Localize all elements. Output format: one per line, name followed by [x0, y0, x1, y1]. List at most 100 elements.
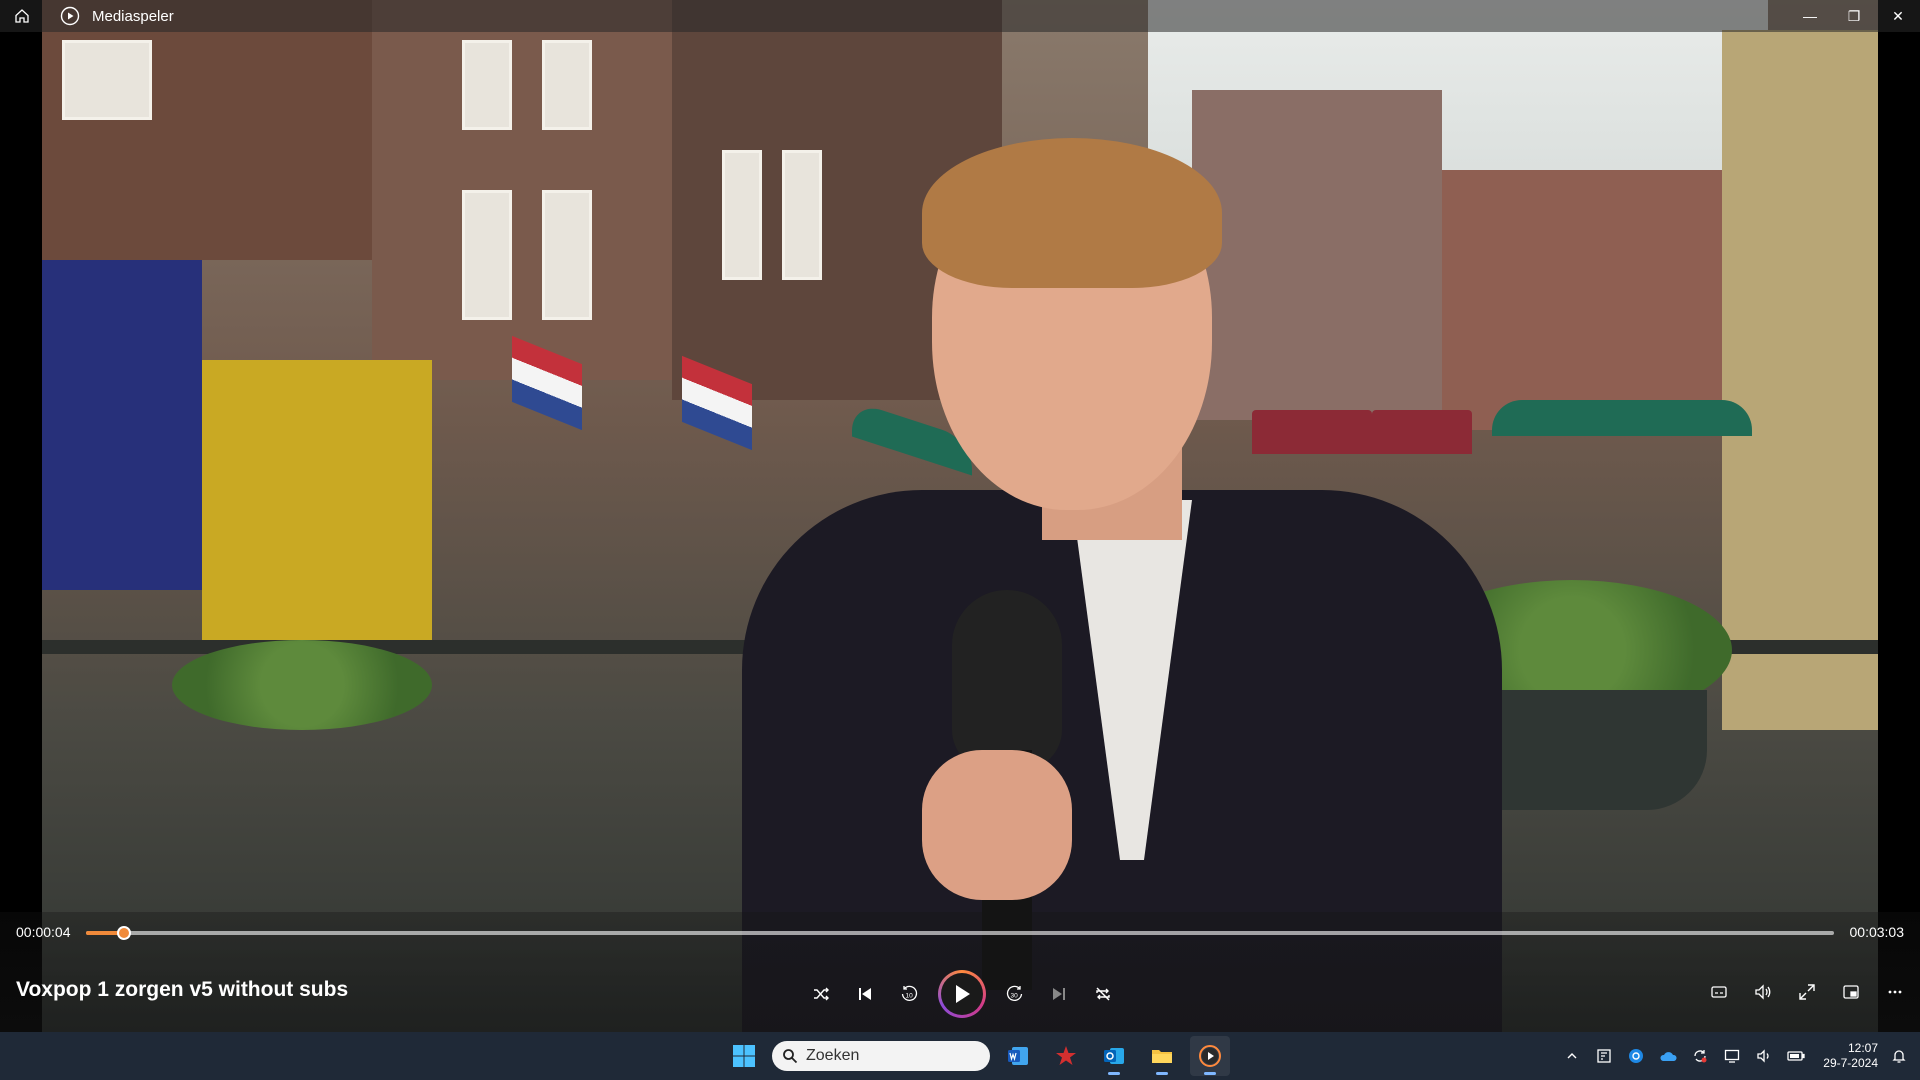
play-button[interactable] [938, 970, 986, 1018]
taskbar-word[interactable] [998, 1036, 1038, 1076]
fullscreen-button[interactable] [1792, 977, 1822, 1007]
battery-button[interactable] [1785, 1045, 1807, 1067]
subtitles-button[interactable] [1704, 977, 1734, 1007]
next-icon [1053, 988, 1065, 1000]
forward-30-icon: 30 [1006, 985, 1023, 1002]
taskbar-red-app[interactable] [1046, 1036, 1086, 1076]
clock-date: 29-7-2024 [1823, 1056, 1878, 1070]
media-player-window: Mediaspeler — ❐ ✕ 00:00:04 00:03:03 Voxp… [0, 0, 1920, 1032]
taskbar: Zoeken 12:07 29-7-2024 [0, 1032, 1920, 1080]
speaker-button[interactable] [1753, 1045, 1775, 1067]
close-button[interactable]: ✕ [1876, 0, 1920, 32]
video-scene-flowers [172, 640, 432, 730]
rewind-10-icon: 10 [901, 985, 918, 1002]
minimize-icon: — [1803, 8, 1817, 24]
speaker-icon [1757, 1049, 1769, 1063]
video-scene-window [462, 40, 512, 130]
miniplayer-button[interactable] [1836, 977, 1866, 1007]
battery-icon [1787, 1051, 1805, 1061]
app-red-icon [1056, 1046, 1076, 1065]
system-tray: 12:07 29-7-2024 [1561, 1032, 1920, 1080]
rewind-10-button[interactable]: 10 [894, 979, 924, 1009]
shuffle-button[interactable] [806, 979, 836, 1009]
previous-button[interactable] [850, 979, 880, 1009]
home-button[interactable] [0, 0, 44, 32]
video-scene-yellow-shop [202, 360, 432, 640]
volume-button[interactable] [1748, 977, 1778, 1007]
total-duration: 00:03:03 [1849, 924, 1905, 940]
media-title: Voxpop 1 zorgen v5 without subs [16, 978, 349, 1001]
shuffle-icon [814, 987, 829, 1001]
taskbar-media-player[interactable] [1190, 1036, 1230, 1076]
onedrive-button[interactable] [1657, 1045, 1679, 1067]
miniplayer-icon [1843, 985, 1859, 999]
video-scene-building [42, 0, 372, 260]
previous-icon [859, 988, 871, 1000]
windows-start-icon [733, 1045, 755, 1067]
video-scene-umbrella [1492, 400, 1752, 436]
play-icon [956, 985, 970, 1003]
minimize-button[interactable]: — [1788, 0, 1832, 32]
volume-icon [1755, 984, 1771, 1000]
video-frame[interactable] [42, 0, 1878, 1032]
svg-text:30: 30 [1011, 993, 1019, 1000]
taskbar-apps: Zoeken [724, 1036, 1230, 1076]
restore-button[interactable]: ❐ [1832, 0, 1876, 32]
file-explorer-icon [1152, 1050, 1172, 1063]
notification-button[interactable] [1888, 1045, 1910, 1067]
video-scene-window [62, 40, 152, 120]
outlook-icon [1104, 1048, 1124, 1064]
media-player-app-icon [60, 6, 80, 26]
seek-bar-thumb[interactable] [117, 926, 132, 940]
tray-app-blue-icon [1629, 1049, 1644, 1063]
word-icon [1008, 1047, 1028, 1065]
search-icon [783, 1049, 798, 1064]
presenter-hair [922, 138, 1222, 288]
sync-icon [1694, 1050, 1707, 1063]
restore-icon: ❐ [1847, 7, 1861, 24]
secondary-controls [1704, 977, 1910, 1007]
display-button[interactable] [1721, 1045, 1743, 1067]
forward-30-button[interactable]: 30 [1000, 979, 1030, 1009]
show-hidden-icons-button[interactable] [1561, 1045, 1583, 1067]
video-scene-window [462, 190, 512, 320]
display-icon [1725, 1049, 1740, 1063]
video-scene-window [542, 190, 592, 320]
taskbar-search[interactable]: Zoeken [772, 1041, 990, 1071]
onedrive-icon [1660, 1052, 1677, 1061]
repeat-button[interactable] [1088, 979, 1118, 1009]
title-bar: Mediaspeler — ❐ ✕ [0, 0, 1920, 32]
video-scene-building [1722, 30, 1878, 730]
more-icon [1888, 990, 1902, 994]
close-icon: ✕ [1892, 7, 1904, 24]
sync-button[interactable] [1689, 1045, 1711, 1067]
video-scene-window [542, 40, 592, 130]
svg-text:10: 10 [906, 993, 914, 1000]
tray-app-icon [1597, 1049, 1611, 1063]
start-button[interactable] [724, 1036, 764, 1076]
window-title: Mediaspeler [92, 7, 174, 25]
video-scene-blue-shop [42, 260, 202, 590]
fullscreen-icon [1799, 984, 1815, 1000]
seek-bar[interactable] [86, 926, 1834, 940]
taskbar-outlook[interactable] [1094, 1036, 1134, 1076]
next-button[interactable] [1044, 979, 1074, 1009]
presenter-microphone [952, 590, 1062, 770]
taskbar-clock[interactable]: 12:07 29-7-2024 [1823, 1041, 1878, 1071]
video-scene-presenter [742, 130, 1502, 1032]
clock-time: 12:07 [1847, 1041, 1878, 1055]
repeat-icon [1096, 987, 1110, 1001]
chevron-up-icon [1567, 1053, 1577, 1059]
home-icon [15, 9, 29, 23]
more-options-button[interactable] [1880, 977, 1910, 1007]
play-button-inner [941, 973, 983, 1015]
player-controls: 00:00:04 00:03:03 Voxpop 1 zorgen v5 wit… [0, 912, 1920, 1032]
taskbar-file-explorer[interactable] [1142, 1036, 1182, 1076]
tray-app-blue-button[interactable] [1625, 1045, 1647, 1067]
taskbar-search-placeholder: Zoeken [806, 1047, 860, 1064]
video-scene-building [372, 0, 672, 380]
tray-app-button[interactable] [1593, 1045, 1615, 1067]
media-player-icon [1199, 1045, 1221, 1067]
notification-icon [1892, 1050, 1906, 1063]
playback-controls: 10 30 [806, 970, 1118, 1018]
